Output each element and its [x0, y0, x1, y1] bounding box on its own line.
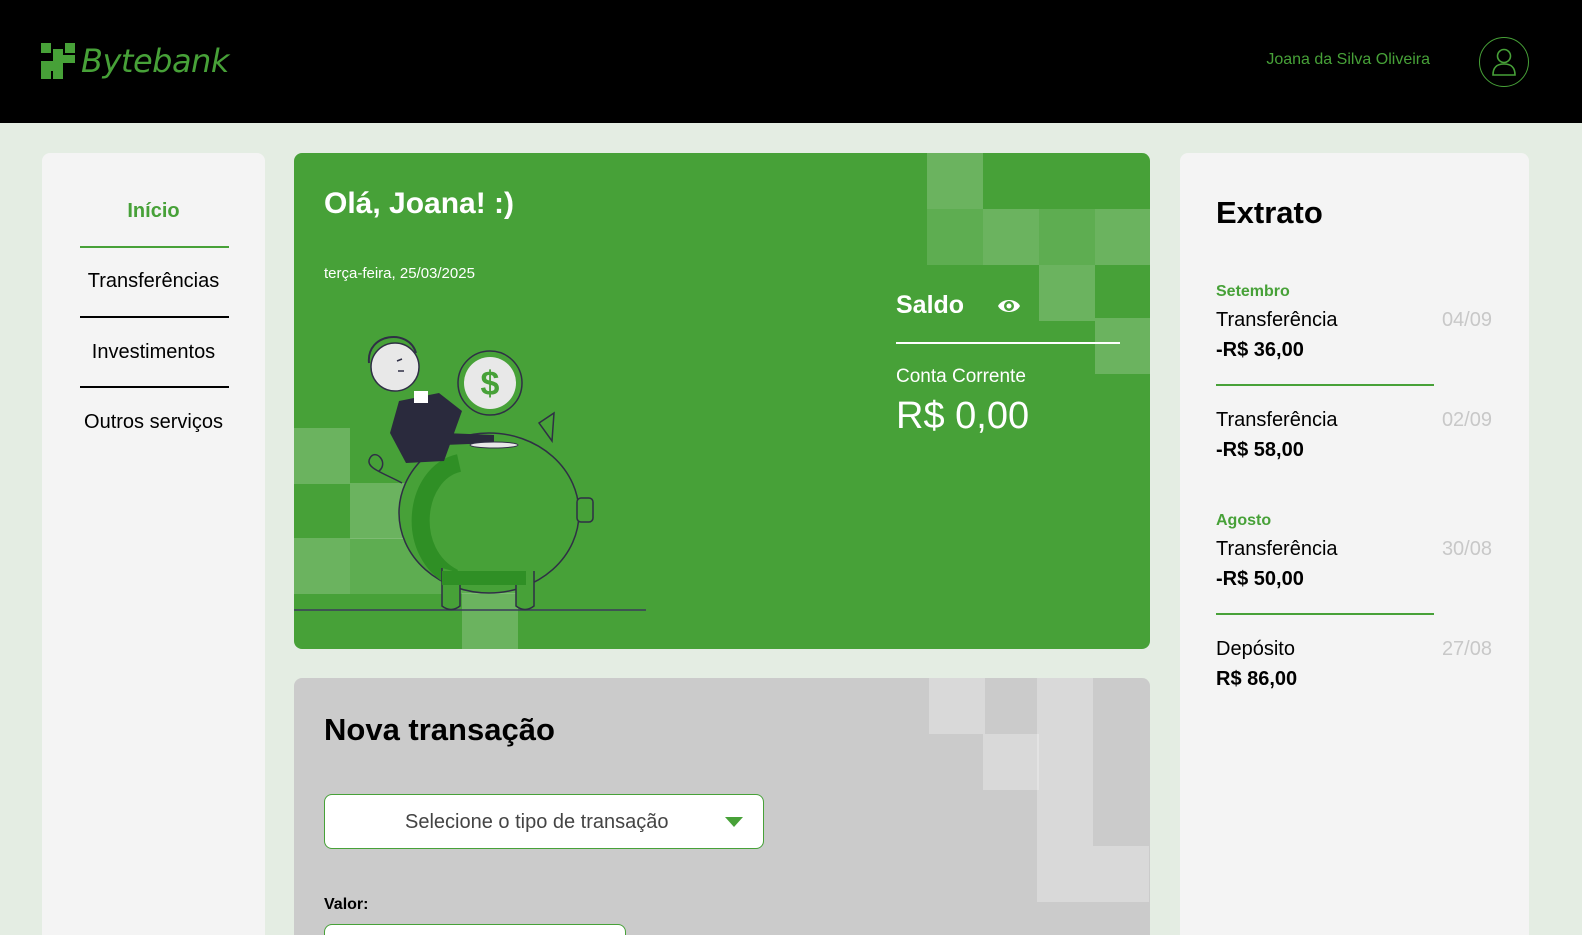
entry-type: Transferência	[1216, 538, 1338, 560]
user-icon	[1492, 48, 1516, 76]
nav-divider	[80, 316, 229, 318]
piggy-bank-illustration: $	[294, 336, 646, 611]
decor-square	[927, 209, 983, 265]
account-type: Conta Corrente	[896, 366, 1026, 387]
user-avatar-button[interactable]	[1479, 37, 1529, 87]
entry-amount: -R$ 58,00	[1216, 439, 1304, 461]
decor-square	[1037, 734, 1093, 790]
new-transaction-card: Nova transação Selecione o tipo de trans…	[294, 678, 1150, 935]
entry-type: Transferência	[1216, 309, 1338, 331]
bytebank-logo-icon	[41, 43, 75, 79]
nav-divider	[80, 246, 229, 248]
entry-type: Depósito	[1216, 638, 1295, 660]
decor-square	[1037, 790, 1093, 846]
balance-amount: R$ 0,00	[896, 395, 1030, 437]
decor-square	[1039, 209, 1095, 265]
eye-icon[interactable]	[996, 296, 1022, 316]
svg-text:$: $	[481, 365, 500, 403]
transaction-type-placeholder: Selecione o tipo de transação	[405, 811, 669, 833]
balance-divider	[896, 342, 1120, 344]
greeting: Olá, Joana! :)	[324, 187, 515, 220]
sidebar: Início Transferências Investimentos Outr…	[42, 153, 265, 935]
decor-square	[927, 153, 983, 209]
sidebar-item-investimentos[interactable]: Investimentos	[42, 341, 265, 364]
entry-divider	[1216, 613, 1434, 615]
entry-divider	[1216, 384, 1434, 386]
entry-amount: -R$ 50,00	[1216, 568, 1304, 590]
value-label: Valor:	[324, 896, 369, 913]
decor-square	[1037, 678, 1093, 734]
top-bar: Bytebank Joana da Silva Oliveira	[0, 0, 1582, 123]
balance-card: Olá, Joana! :) terça-feira, 25/03/2025 $…	[294, 153, 1150, 649]
decor-square	[1037, 846, 1093, 902]
decor-square	[1039, 265, 1095, 321]
decor-square	[929, 678, 985, 734]
transaction-type-select[interactable]: Selecione o tipo de transação	[324, 794, 764, 849]
statement-panel: Extrato Setembro Transferência 04/09 -R$…	[1180, 153, 1529, 935]
entry-type: Transferência	[1216, 409, 1338, 431]
decor-square	[983, 209, 1039, 265]
sidebar-item-transferencias[interactable]: Transferências	[42, 270, 265, 293]
decor-square	[1093, 846, 1149, 902]
month-label: Agosto	[1216, 512, 1272, 529]
entry-date: 30/08	[1441, 538, 1492, 560]
brand-name: Bytebank	[81, 42, 229, 80]
decor-square	[983, 734, 1039, 790]
bytebank-logo[interactable]: Bytebank	[41, 40, 229, 82]
nav-divider	[80, 386, 229, 388]
new-transaction-title: Nova transação	[324, 712, 555, 747]
entry-date: 27/08	[1441, 638, 1492, 660]
value-input[interactable]	[324, 924, 626, 935]
entry-date: 02/09	[1441, 409, 1492, 431]
month-label: Setembro	[1216, 283, 1290, 300]
entry-amount: R$ 86,00	[1216, 668, 1298, 690]
current-date: terça-feira, 25/03/2025	[324, 265, 475, 282]
entry-date: 04/09	[1441, 309, 1492, 331]
entry-amount: -R$ 36,00	[1216, 339, 1304, 361]
balance-label: Saldo	[896, 291, 965, 319]
decor-square	[1095, 318, 1150, 374]
sidebar-item-outros-servicos[interactable]: Outros serviços	[42, 411, 265, 434]
statement-title: Extrato	[1216, 195, 1323, 230]
decor-square	[1095, 209, 1150, 265]
user-name: Joana da Silva Oliveira	[1266, 51, 1430, 68]
sidebar-item-inicio[interactable]: Início	[42, 200, 265, 223]
chevron-down-icon	[725, 817, 743, 827]
